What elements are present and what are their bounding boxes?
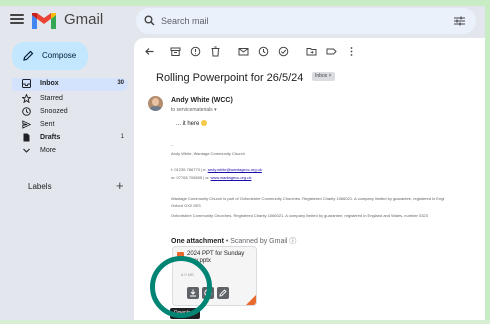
add-task-icon[interactable] (278, 46, 289, 57)
pencil-icon (219, 289, 227, 297)
signature-legal-1: Wantage Community Church is part of Oxfo… (171, 196, 445, 201)
scanned-by-gmail-note[interactable]: • Scanned by Gmail ⓘ (224, 238, 297, 245)
attachments-heading: One attachment • Scanned by Gmail ⓘ (171, 236, 296, 246)
back-arrow-icon[interactable] (144, 46, 155, 57)
inbox-icon (22, 79, 31, 88)
snooze-icon[interactable] (258, 46, 269, 57)
main-menu-icon[interactable] (10, 14, 24, 24)
sender-avatar[interactable] (148, 96, 163, 111)
search-options-icon[interactable] (454, 16, 465, 26)
send-icon (22, 120, 31, 129)
email-body-text: ... it here (176, 121, 200, 127)
gmail-logo-icon (32, 13, 56, 29)
sidebar-item-inbox[interactable]: Inbox 30 (22, 78, 132, 90)
sidebar-item-starred[interactable]: Starred (22, 93, 132, 105)
clock-icon (22, 107, 31, 116)
signature-mobile: m: 07765 705605 | w: (171, 175, 210, 180)
draft-icon (23, 133, 30, 142)
delete-icon[interactable] (210, 46, 221, 57)
sidebar-item-label: Drafts (40, 134, 61, 141)
move-to-icon[interactable] (306, 46, 317, 57)
sender-name[interactable]: Andy White (WCC) (171, 97, 233, 104)
create-label-button[interactable]: + (116, 178, 124, 193)
sidebar-item-sent[interactable]: Sent (22, 119, 132, 131)
email-subject: Rolling Powerpoint for 26/5/24 (156, 72, 304, 84)
signature-legal-2: Oxford OX2 0ES (171, 203, 201, 208)
file-type-corner-icon (246, 295, 256, 305)
inbox-label-chip[interactable]: Inbox × (312, 72, 335, 81)
archive-icon[interactable] (170, 46, 181, 57)
annotation-circle (150, 256, 212, 318)
labels-heading: Labels (28, 182, 52, 191)
signature-phone: t: 01235 766770 | e: (171, 167, 207, 172)
signature-dashes: -- (171, 142, 174, 147)
signature-mobile-line: m: 07765 705605 | w: www.wantagecc.org.u… (171, 175, 251, 180)
more-vert-icon[interactable] (346, 46, 357, 57)
star-icon (22, 94, 31, 103)
search-icon[interactable] (144, 15, 155, 26)
sidebar-item-label: Starred (40, 95, 63, 102)
sidebar-item-drafts[interactable]: Drafts 1 (22, 132, 132, 144)
sidebar-item-label: More (40, 147, 56, 154)
attachment-count: One attachment (171, 238, 224, 245)
compose-button[interactable]: Compose (12, 42, 88, 70)
smile-emoji-icon (201, 120, 208, 126)
mark-unread-icon[interactable] (238, 46, 249, 57)
unread-count: 30 (117, 80, 124, 86)
search-input[interactable] (161, 13, 441, 29)
search-bar[interactable] (136, 8, 476, 34)
email-body: ... it here (176, 120, 208, 127)
draft-count: 1 (120, 134, 124, 140)
pencil-icon (23, 50, 34, 61)
sidebar-item-snoozed[interactable]: Snoozed (22, 106, 132, 118)
chevron-down-icon (23, 148, 30, 153)
label-icon[interactable] (326, 46, 337, 57)
signature-name: Andy White, Wantage Community Church (171, 151, 245, 156)
signature-contact-line: t: 01235 766770 | e: andy.white@wantagec… (171, 167, 262, 172)
sidebar-item-more[interactable]: More (22, 145, 132, 157)
report-spam-icon[interactable] (190, 46, 201, 57)
edit-with-slides-button[interactable] (217, 287, 229, 299)
screenshot-frame-bottom (0, 320, 490, 324)
sidebar-item-label: Sent (40, 121, 55, 128)
signature-web-link[interactable]: www.wantagecc.org.uk (211, 175, 252, 180)
signature-email-link[interactable]: andy.white@wantagecc.org.uk (208, 167, 262, 172)
recipient-line[interactable]: to servicematerials ▾ (171, 107, 217, 113)
sidebar-item-label: Snoozed (40, 108, 68, 115)
gmail-wordmark: Gmail (64, 11, 104, 28)
sidebar-item-label: Inbox (40, 80, 59, 87)
screenshot-frame-top (0, 0, 490, 6)
compose-label: Compose (42, 51, 77, 60)
signature-legal-3: Oxfordshire Community Churches. Register… (171, 213, 428, 218)
screenshot-frame-right (485, 0, 490, 324)
